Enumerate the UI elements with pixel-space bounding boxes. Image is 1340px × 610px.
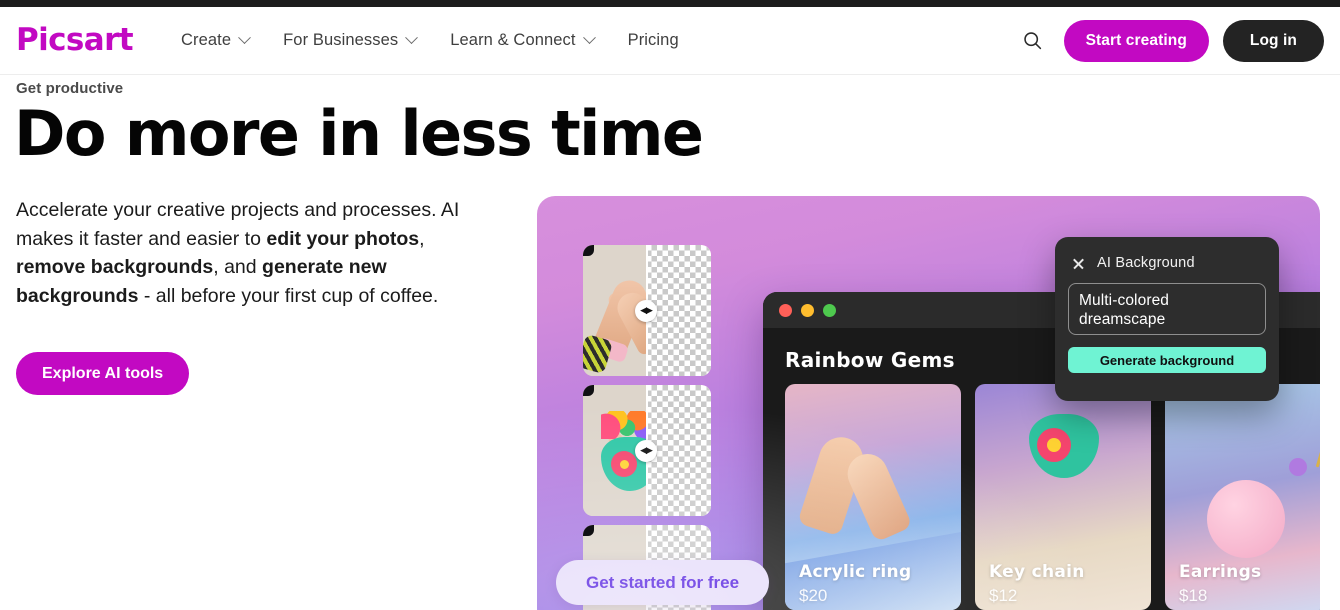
product-card[interactable]: Key chain $12	[975, 384, 1151, 610]
search-button[interactable]	[1016, 24, 1050, 58]
list-item[interactable]: ◀▶ ✔	[583, 245, 711, 376]
page-root: Picsart Create For Businesses Learn & Co…	[0, 0, 1340, 610]
product-card[interactable]: Earrings $18	[1165, 384, 1320, 610]
flower-center-shape	[1047, 438, 1061, 452]
paragraph-bold-2: remove backgrounds	[16, 256, 214, 279]
compare-slider-handle[interactable]: ◀▶	[635, 299, 657, 322]
product-name: Acrylic ring	[799, 562, 912, 582]
nav-item-create[interactable]: Create	[181, 31, 251, 50]
product-card[interactable]: Acrylic ring $20	[785, 384, 961, 610]
traffic-light-minimize-icon[interactable]	[801, 303, 814, 317]
pom-pom-shape	[1207, 480, 1285, 558]
paragraph-part-4: - all before your first cup of coffee.	[138, 284, 439, 307]
nav-item-for-businesses[interactable]: For Businesses	[283, 31, 419, 50]
get-started-for-free-button[interactable]: Get started for free	[556, 560, 770, 605]
product-price: $20	[799, 586, 828, 605]
chevron-down-icon	[582, 31, 596, 45]
site-header: Picsart Create For Businesses Learn & Co…	[0, 7, 1340, 75]
log-in-button[interactable]: Log in	[1222, 19, 1324, 62]
beads-shape	[601, 411, 646, 439]
traffic-light-close-icon[interactable]	[779, 303, 792, 317]
nav-item-pricing[interactable]: Pricing	[628, 31, 679, 50]
hero-eyebrow: Get productive	[16, 80, 124, 97]
paragraph-bold-1: edit your photos	[266, 227, 420, 250]
nav-item-learn-connect[interactable]: Learn & Connect	[450, 31, 596, 50]
nav-item-label: For Businesses	[283, 31, 399, 49]
chevron-down-icon	[238, 31, 251, 45]
search-icon	[1024, 32, 1042, 50]
start-creating-button[interactable]: Start creating	[1063, 19, 1209, 62]
product-card-list: Acrylic ring $20 Key chain $12 Earrings …	[763, 384, 1320, 610]
hero-paragraph: Accelerate your creative projects and pr…	[16, 196, 496, 311]
main-nav: Create For Businesses Learn & Connect Pr…	[181, 31, 679, 50]
top-strip	[0, 0, 1340, 7]
chevron-down-icon	[405, 31, 419, 45]
product-name: Earrings	[1179, 562, 1262, 582]
list-item[interactable]: ◀▶ ✔	[583, 385, 711, 516]
nav-item-label: Pricing	[627, 31, 679, 49]
product-price: $18	[1179, 586, 1208, 605]
ai-dialog-title: AI Background	[1097, 255, 1195, 271]
earring-hook-shape	[1315, 422, 1320, 468]
thumbnail-list: ◀▶ ✔ ◀▶ ✔	[583, 245, 711, 610]
page-title: Do more in less time	[14, 97, 704, 170]
product-price: $12	[989, 586, 1018, 605]
picsart-logo[interactable]: Picsart	[16, 24, 134, 58]
paragraph-part-2: ,	[419, 227, 425, 250]
ai-prompt-input[interactable]: Multi-colored dreamscape	[1068, 283, 1266, 335]
product-name: Key chain	[989, 562, 1085, 582]
earring-bead-shape	[1289, 458, 1307, 476]
nav-item-label: Learn & Connect	[450, 31, 576, 49]
generate-background-button[interactable]: Generate background	[1068, 347, 1266, 373]
traffic-light-maximize-icon[interactable]	[823, 303, 836, 317]
ai-background-dialog: AI Background Multi-colored dreamscape G…	[1055, 237, 1279, 401]
explore-ai-tools-button[interactable]: Explore AI tools	[16, 352, 190, 395]
compare-slider-handle[interactable]: ◀▶	[635, 439, 657, 462]
close-icon[interactable]	[1072, 257, 1085, 270]
paragraph-part-3: , and	[213, 256, 263, 279]
header-actions: Start creating Log in	[1016, 19, 1324, 62]
ai-dialog-header: AI Background	[1068, 250, 1266, 271]
nav-item-label: Create	[181, 31, 232, 49]
